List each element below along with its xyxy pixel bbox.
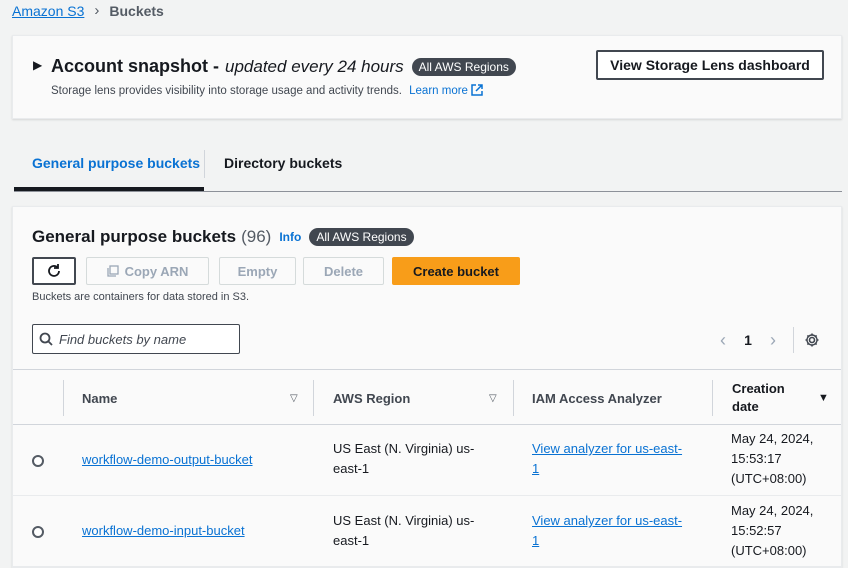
sort-down-icon: ▽: [489, 392, 497, 404]
gear-icon[interactable]: [804, 332, 820, 348]
creation-date-line-3: (UTC+08:00): [731, 543, 807, 558]
caret-right-icon[interactable]: ▶: [33, 58, 42, 72]
pagination: ‹ 1 ›: [713, 327, 820, 353]
region-line-2: east-1: [333, 461, 370, 476]
pager-divider: [793, 327, 794, 353]
snapshot-description: Storage lens provides visibility into st…: [51, 85, 402, 97]
active-tab-indicator: [14, 187, 204, 191]
sort-down-icon: ▽: [290, 392, 298, 404]
external-link-icon: [471, 84, 483, 96]
column-separator: [63, 380, 64, 416]
iam-analyzer-link[interactable]: View analyzer for us-east-: [532, 511, 682, 531]
search-icon: [39, 332, 53, 346]
view-storage-lens-button[interactable]: View Storage Lens dashboard: [596, 50, 824, 80]
iam-analyzer-link[interactable]: View analyzer for us-east-: [532, 439, 682, 459]
current-page[interactable]: 1: [733, 332, 763, 348]
chevron-right-icon[interactable]: ›: [763, 330, 783, 351]
chevron-right-icon: ›: [94, 2, 100, 19]
table-header: Name ▽ AWS Region ▽ IAM Access Analyzer …: [13, 369, 841, 425]
regions-badge: All AWS Regions: [411, 57, 516, 76]
column-header-region[interactable]: AWS Region ▽: [333, 370, 513, 426]
refresh-icon: [48, 264, 60, 277]
table-row[interactable]: workflow-demo-input-bucket US East (N. V…: [13, 497, 841, 567]
refresh-button[interactable]: [32, 257, 76, 285]
column-header-region-label: AWS Region: [333, 390, 411, 406]
creation-date-line-2: 15:52:57: [731, 523, 782, 538]
regions-badge: All AWS Regions: [309, 228, 414, 246]
column-header-name[interactable]: Name ▽: [82, 370, 312, 426]
snapshot-title[interactable]: Account snapshot -: [51, 56, 219, 77]
column-header-creation-date[interactable]: Creation date ▼: [732, 370, 832, 426]
chevron-left-icon[interactable]: ‹: [713, 330, 733, 351]
column-separator[interactable]: [712, 380, 713, 416]
empty-button[interactable]: Empty: [219, 257, 296, 285]
account-snapshot-panel: ▶ Account snapshot - updated every 24 ho…: [12, 35, 842, 119]
search-box[interactable]: [32, 324, 240, 354]
creation-date-line-2: 15:53:17: [731, 451, 782, 466]
row-select-radio[interactable]: [32, 455, 44, 467]
region-line-2: east-1: [333, 533, 370, 548]
iam-analyzer-link-line-2[interactable]: 1: [532, 531, 539, 551]
learn-more-label: Learn more: [409, 85, 468, 97]
column-separator[interactable]: [313, 380, 314, 416]
tab-divider: [204, 150, 205, 178]
creation-date-line-1: May 24, 2024,: [731, 503, 814, 518]
bucket-name-link[interactable]: workflow-demo-input-bucket: [82, 521, 245, 541]
create-bucket-button[interactable]: Create bucket: [392, 257, 520, 285]
column-separator[interactable]: [513, 380, 514, 416]
region-line-1: US East (N. Virginia) us-: [333, 513, 475, 528]
column-header-iam-label: IAM Access Analyzer: [532, 390, 662, 406]
panel-title: General purpose buckets: [32, 227, 237, 246]
column-header-creation-date-label: Creation date: [732, 381, 785, 414]
snapshot-subtitle: updated every 24 hours: [225, 56, 404, 76]
sort-descending-icon: ▼: [818, 392, 829, 404]
info-link[interactable]: Info: [279, 230, 301, 244]
bucket-count: (96): [241, 227, 272, 246]
breadcrumb-amazon-s3[interactable]: Amazon S3: [12, 3, 84, 19]
iam-analyzer-link-line-2[interactable]: 1: [532, 459, 539, 479]
copy-arn-label: Copy ARN: [124, 263, 189, 279]
panel-subtitle: Buckets are containers for data stored i…: [32, 291, 250, 303]
creation-date-line-3: (UTC+08:00): [731, 471, 807, 486]
bucket-tabs: General purpose buckets Directory bucket…: [14, 150, 842, 192]
copy-arn-button[interactable]: Copy ARN: [86, 257, 209, 285]
learn-more-link[interactable]: Learn more: [409, 84, 483, 97]
copy-icon: [106, 265, 119, 277]
column-header-name-label: Name: [82, 390, 118, 406]
delete-button[interactable]: Delete: [303, 257, 384, 285]
column-header-iam[interactable]: IAM Access Analyzer: [532, 370, 712, 426]
buckets-panel: General purpose buckets (96) Info All AW…: [12, 206, 842, 568]
tab-general-purpose-buckets[interactable]: General purpose buckets: [32, 155, 200, 171]
tab-directory-buckets[interactable]: Directory buckets: [224, 155, 342, 171]
region-line-1: US East (N. Virginia) us-: [333, 441, 475, 456]
row-select-radio[interactable]: [32, 526, 44, 538]
search-input[interactable]: [59, 331, 229, 347]
bucket-name-link[interactable]: workflow-demo-output-bucket: [82, 450, 253, 470]
table-row[interactable]: workflow-demo-output-bucket US East (N. …: [13, 426, 841, 496]
breadcrumb-current: Buckets: [109, 2, 164, 19]
breadcrumb: Amazon S3 › Buckets: [12, 2, 164, 19]
creation-date-line-1: May 24, 2024,: [731, 431, 814, 446]
